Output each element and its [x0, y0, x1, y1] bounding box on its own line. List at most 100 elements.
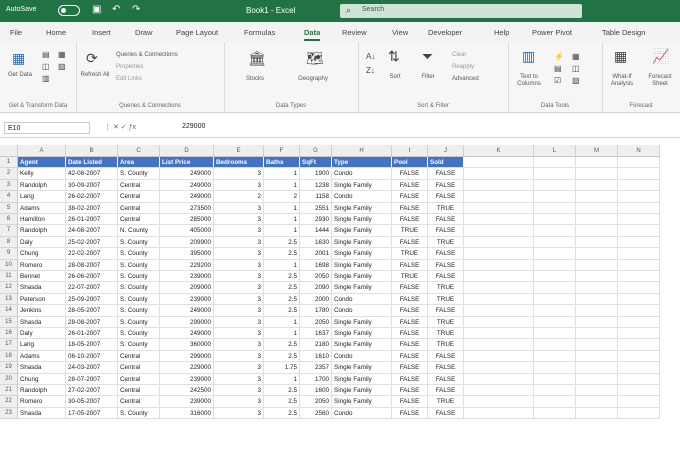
- data-validation-icon[interactable]: ☑: [554, 76, 561, 85]
- table-cell[interactable]: FALSE: [392, 202, 428, 214]
- table-cell[interactable]: Single Family: [332, 339, 392, 351]
- table-cell[interactable]: FALSE: [428, 385, 464, 397]
- table-cell[interactable]: 1698: [300, 259, 332, 271]
- table-cell[interactable]: FALSE: [392, 385, 428, 397]
- table-cell[interactable]: [576, 214, 618, 226]
- table-cell[interactable]: TRUE: [392, 271, 428, 283]
- table-header-cell[interactable]: Date Listed: [66, 157, 118, 169]
- table-cell[interactable]: [464, 396, 534, 408]
- table-cell[interactable]: [534, 214, 576, 226]
- table-cell[interactable]: 1: [264, 316, 300, 328]
- table-cell[interactable]: Single Family: [332, 236, 392, 249]
- table-cell[interactable]: FALSE: [392, 396, 428, 408]
- table-header-cell[interactable]: Agent: [18, 157, 66, 169]
- table-cell[interactable]: [618, 214, 660, 226]
- table-cell[interactable]: [618, 271, 660, 283]
- table-header-cell[interactable]: Area: [118, 157, 160, 169]
- table-cell[interactable]: 249000: [160, 179, 214, 192]
- row-header[interactable]: 21: [0, 385, 18, 397]
- table-cell[interactable]: Single Family: [332, 225, 392, 237]
- table-cell[interactable]: [534, 396, 576, 408]
- table-header-cell[interactable]: List Price: [160, 157, 214, 169]
- table-cell[interactable]: [618, 305, 660, 317]
- table-header-cell[interactable]: [576, 157, 618, 169]
- table-cell[interactable]: [464, 282, 534, 294]
- table-cell[interactable]: Hamilton: [18, 214, 66, 226]
- row-header[interactable]: 9: [0, 248, 18, 260]
- table-cell[interactable]: 30-05-2007: [66, 396, 118, 408]
- table-cell[interactable]: [464, 179, 534, 192]
- redo-icon[interactable]: ↷: [132, 4, 140, 15]
- save-icon[interactable]: ▣: [92, 4, 101, 15]
- table-cell[interactable]: Single Family: [332, 259, 392, 271]
- table-cell[interactable]: 25-09-2007: [66, 293, 118, 306]
- table-cell[interactable]: 1630: [300, 236, 332, 249]
- table-cell[interactable]: [576, 191, 618, 203]
- table-cell[interactable]: [576, 362, 618, 374]
- table-cell[interactable]: 1: [264, 328, 300, 340]
- table-cell[interactable]: [464, 248, 534, 260]
- table-cell[interactable]: 2050: [300, 396, 332, 408]
- table-cell[interactable]: S. County: [118, 328, 160, 340]
- column-header[interactable]: K: [464, 145, 534, 157]
- table-cell[interactable]: FALSE: [392, 350, 428, 363]
- table-cell[interactable]: Central: [118, 396, 160, 408]
- table-cell[interactable]: 38-02-2007: [66, 202, 118, 214]
- table-cell[interactable]: Condo: [332, 407, 392, 420]
- table-cell[interactable]: FALSE: [392, 407, 428, 420]
- table-cell[interactable]: Single Family: [332, 271, 392, 283]
- table-cell[interactable]: 28-08-2007: [66, 259, 118, 271]
- table-cell[interactable]: [618, 259, 660, 271]
- table-cell[interactable]: 3: [214, 362, 264, 374]
- table-cell[interactable]: Adams: [18, 202, 66, 214]
- column-header[interactable]: A: [18, 145, 66, 157]
- row-header[interactable]: 10: [0, 259, 18, 271]
- table-cell[interactable]: [534, 385, 576, 397]
- table-cell[interactable]: 1238: [300, 179, 332, 192]
- table-cell[interactable]: [464, 168, 534, 180]
- table-cell[interactable]: [618, 373, 660, 385]
- row-header[interactable]: 15: [0, 316, 18, 328]
- table-cell[interactable]: [618, 385, 660, 397]
- table-cell[interactable]: 3: [214, 282, 264, 294]
- table-cell[interactable]: 3: [214, 328, 264, 340]
- row-header[interactable]: 14: [0, 305, 18, 317]
- table-cell[interactable]: 3: [214, 236, 264, 249]
- table-cell[interactable]: 18-05-2007: [66, 339, 118, 351]
- table-cell[interactable]: [618, 396, 660, 408]
- tab-power-pivot[interactable]: Power Pivot: [532, 28, 572, 37]
- tab-help[interactable]: Help: [494, 28, 509, 37]
- table-cell[interactable]: Shasda: [18, 316, 66, 328]
- table-cell[interactable]: Daly: [18, 236, 66, 249]
- table-cell[interactable]: 2: [214, 191, 264, 203]
- what-if-analysis-button[interactable]: What-If Analysis: [604, 74, 640, 88]
- table-cell[interactable]: [576, 236, 618, 249]
- table-cell[interactable]: 249000: [160, 328, 214, 340]
- table-cell[interactable]: 3: [214, 214, 264, 226]
- table-cell[interactable]: [618, 282, 660, 294]
- table-cell[interactable]: 1.75: [264, 362, 300, 374]
- table-cell[interactable]: 1700: [300, 373, 332, 385]
- table-cell[interactable]: Single Family: [332, 328, 392, 340]
- table-cell[interactable]: [618, 339, 660, 351]
- row-header[interactable]: 1: [0, 157, 18, 169]
- table-cell[interactable]: [464, 407, 534, 420]
- table-cell[interactable]: FALSE: [428, 225, 464, 237]
- table-cell[interactable]: 1444: [300, 225, 332, 237]
- table-header-cell[interactable]: [618, 157, 660, 169]
- formula-input[interactable]: 229000: [182, 123, 205, 130]
- undo-icon[interactable]: ↶: [112, 4, 120, 15]
- table-cell[interactable]: 24-03-2007: [66, 362, 118, 374]
- table-cell[interactable]: [576, 168, 618, 180]
- table-cell[interactable]: 28-08-2007: [66, 316, 118, 328]
- tab-data[interactable]: Data: [304, 28, 321, 41]
- table-cell[interactable]: [464, 293, 534, 306]
- table-cell[interactable]: 26-01-2007: [66, 214, 118, 226]
- table-cell[interactable]: 3: [214, 350, 264, 363]
- table-cell[interactable]: Single Family: [332, 385, 392, 397]
- table-cell[interactable]: Central: [118, 191, 160, 203]
- from-web-icon[interactable]: ◫: [42, 62, 50, 71]
- table-cell[interactable]: 1158: [300, 191, 332, 203]
- geography-button[interactable]: Geography: [288, 76, 338, 83]
- row-header[interactable]: 5: [0, 202, 18, 214]
